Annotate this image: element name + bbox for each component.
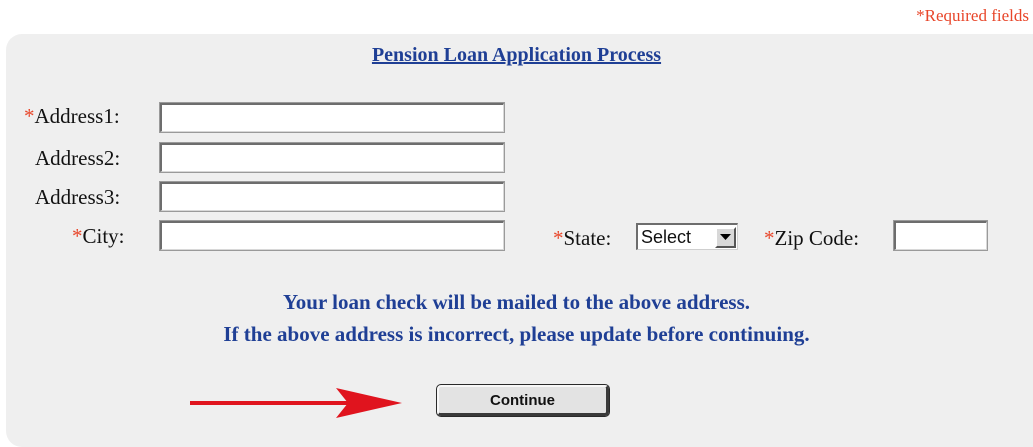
address2-field[interactable] (159, 142, 505, 173)
city-label: *City: (72, 224, 125, 249)
address1-field[interactable] (159, 102, 505, 133)
required-star: * (72, 224, 83, 248)
page-title: Pension Loan Application Process (371, 44, 662, 66)
required-star: * (553, 226, 564, 250)
zip-code-label: *Zip Code: (764, 226, 859, 251)
required-star: * (24, 104, 35, 128)
state-select[interactable]: Select (636, 223, 738, 250)
continue-button[interactable]: Continue (436, 384, 610, 417)
state-label: *State: (553, 226, 611, 251)
address3-field[interactable] (159, 181, 505, 212)
address-message-line2: If the above address is incorrect, pleas… (223, 322, 810, 346)
required-fields-note: *Required fields (916, 6, 1029, 25)
address1-label: *Address1: (24, 104, 120, 129)
address2-label: Address2: (35, 146, 121, 170)
address-message-line1: Your loan check will be mailed to the ab… (282, 290, 751, 314)
address1-label-text: Address1: (34, 104, 120, 128)
required-star: * (764, 226, 775, 250)
zip-code-label-text: Zip Code: (774, 226, 860, 250)
state-dropdown-button[interactable] (715, 226, 736, 248)
city-field[interactable] (159, 220, 505, 251)
page: *Required fields Pension Loan Applicatio… (0, 0, 1033, 447)
state-select-value: Select (641, 227, 692, 247)
red-arrow-icon (190, 388, 402, 418)
zip-code-field[interactable] (893, 220, 988, 251)
state-label-text: State: (563, 226, 612, 250)
chevron-down-icon (720, 233, 731, 240)
city-label-text: City: (82, 224, 125, 248)
address3-label: Address3: (35, 185, 121, 209)
